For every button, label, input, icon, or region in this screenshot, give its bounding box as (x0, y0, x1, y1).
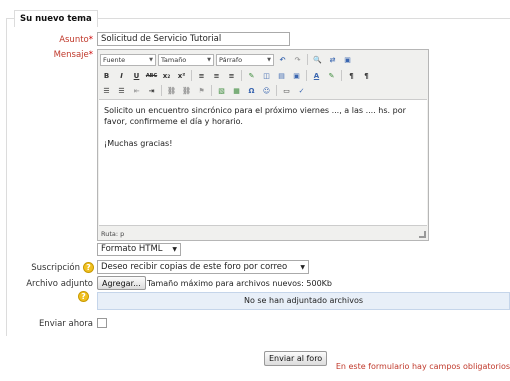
add-file-button[interactable]: Agregar... (97, 276, 146, 290)
submit-button[interactable]: Enviar al foro (264, 351, 328, 366)
editor-path: Ruta: p (101, 230, 125, 238)
clean-up-icon[interactable]: ✎ (245, 70, 258, 82)
italic-icon[interactable]: I (115, 70, 128, 82)
unlink-icon[interactable]: ⛓ (180, 85, 193, 97)
subscription-select-value: Deseo recibir copias de este foro por co… (101, 261, 288, 272)
toolbar-row-2: B I U ABC x₂ x² ≡ ≡ ≡ ✎ ◫ ▤ ▣ A ✎ ¶ ¶ (100, 68, 373, 83)
underline-icon[interactable]: U (130, 70, 143, 82)
outdent-icon[interactable]: ⇤ (130, 85, 143, 97)
strikethrough-icon[interactable]: ABC (145, 70, 158, 82)
font-select[interactable]: Fuente ▼ (100, 53, 156, 66)
required-fields-note: En este formulario hay campos obligatori… (335, 362, 510, 371)
format-select[interactable]: Párrafo ▼ (216, 53, 274, 66)
message-paragraph: Solicito un encuentro sincrónico para el… (104, 106, 406, 126)
replace-icon[interactable]: ⇄ (326, 54, 339, 66)
format-dropdown[interactable]: Formato HTML ▼ (97, 243, 181, 256)
subject-label-text: Asunto (59, 35, 89, 45)
size-select[interactable]: Tamaño ▼ (158, 53, 214, 66)
fieldset-legend: Su nuevo tema (14, 10, 98, 27)
redo-icon[interactable]: ↷ (291, 54, 304, 66)
send-now-checkbox[interactable] (97, 318, 107, 328)
subscript-icon[interactable]: x₂ (160, 70, 173, 82)
paste-word-icon[interactable]: ▣ (290, 70, 303, 82)
ltr-icon[interactable]: ¶ (345, 70, 358, 82)
font-select-value: Fuente (103, 55, 126, 64)
special-char-icon[interactable]: Ω (245, 85, 258, 97)
link-icon[interactable]: ⛓ (165, 85, 178, 97)
paste-text-icon[interactable]: ▤ (275, 70, 288, 82)
message-required-mark: * (88, 50, 93, 60)
subject-input[interactable]: Solicitud de Servicio Tutorial (97, 32, 290, 46)
toolbar-separator (306, 70, 307, 81)
undo-icon[interactable]: ↶ (276, 54, 289, 66)
toolbar-row-3: ☰ ☰ ⇤ ⇥ ⛓ ⛓ ⚑ ▧ ▦ Ω ☺ ▭ ✓ (100, 83, 308, 98)
message-label: Mensaje* (20, 50, 93, 60)
toolbar-separator (241, 70, 242, 81)
toolbar-separator (211, 85, 212, 96)
no-files-notice: No se han adjuntado archivos (97, 292, 510, 310)
rtl-icon[interactable]: ¶ (360, 70, 373, 82)
toolbar-row-1: Fuente ▼ Tamaño ▼ Párrafo ▼ ↶ ↷ 🔍 ⇄ ▣ (100, 52, 354, 67)
size-select-value: Tamaño (161, 55, 187, 64)
align-right-icon[interactable]: ≡ (225, 70, 238, 82)
help-icon[interactable]: ? (83, 262, 94, 273)
superscript-icon[interactable]: x² (175, 70, 188, 82)
chevron-down-icon: ▼ (207, 56, 211, 63)
toolbar-separator (307, 54, 308, 65)
toolbar-separator (276, 85, 277, 96)
bullet-list-icon[interactable]: ☰ (100, 85, 113, 97)
toolbar-separator (161, 85, 162, 96)
toolbar-separator (341, 70, 342, 81)
chevron-down-icon: ▼ (172, 246, 177, 253)
message-label-text: Mensaje (53, 50, 89, 60)
spellcheck-icon[interactable]: ✓ (295, 85, 308, 97)
help-icon[interactable]: ? (78, 291, 89, 302)
max-size-note: Tamaño máximo para archivos nuevos: 500K… (147, 279, 333, 288)
attachment-label: Archivo adjunto (26, 279, 93, 289)
align-center-icon[interactable]: ≡ (210, 70, 223, 82)
toolbar-separator (191, 70, 192, 81)
media-icon[interactable]: ▦ (230, 85, 243, 97)
subscription-label: Suscripción (31, 263, 80, 273)
emoticon-icon[interactable]: ☺ (260, 85, 273, 97)
message-paragraph: ¡Muchas gracias! (104, 139, 173, 148)
background-color-icon[interactable]: ✎ (325, 70, 338, 82)
chevron-down-icon: ▼ (267, 56, 271, 63)
subject-required-mark: * (88, 35, 93, 45)
html-editor: Fuente ▼ Tamaño ▼ Párrafo ▼ ↶ ↷ 🔍 ⇄ ▣ B I U… (97, 49, 429, 241)
align-left-icon[interactable]: ≡ (195, 70, 208, 82)
chevron-down-icon: ▼ (149, 56, 153, 63)
subject-label: Asunto* (20, 35, 93, 45)
chevron-down-icon: ▼ (300, 263, 305, 271)
bold-icon[interactable]: B (100, 70, 113, 82)
send-now-label: Enviar ahora (38, 319, 93, 329)
image-icon[interactable]: ▧ (215, 85, 228, 97)
resize-grip-icon[interactable] (419, 231, 426, 238)
message-editor-content[interactable]: Solicito un encuentro sincrónico para el… (99, 99, 427, 226)
fullscreen-icon[interactable]: ▣ (341, 54, 354, 66)
numbered-list-icon[interactable]: ☰ (115, 85, 128, 97)
subscription-select[interactable]: Deseo recibir copias de este foro por co… (97, 260, 309, 274)
paste-icon[interactable]: ◫ (260, 70, 273, 82)
format-select-value: Párrafo (219, 55, 243, 64)
horizontal-rule-icon[interactable]: ▭ (280, 85, 293, 97)
find-icon[interactable]: 🔍 (311, 54, 324, 66)
format-dropdown-value: Formato HTML (101, 244, 163, 254)
text-color-icon[interactable]: A (310, 70, 323, 82)
indent-icon[interactable]: ⇥ (145, 85, 158, 97)
anchor-icon[interactable]: ⚑ (195, 85, 208, 97)
